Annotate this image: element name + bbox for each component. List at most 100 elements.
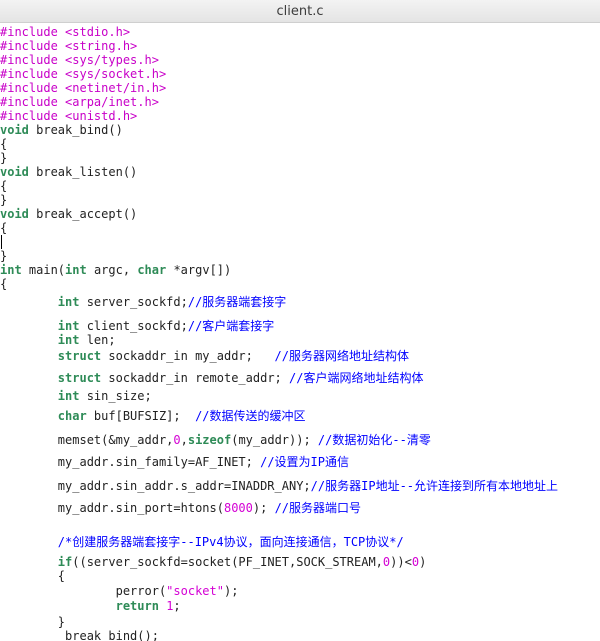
text-cursor bbox=[1, 235, 2, 249]
code-token: char bbox=[57, 409, 87, 423]
code-token: "socket" bbox=[166, 584, 224, 598]
code-token: break_bind() bbox=[28, 123, 123, 137]
code-line[interactable]: { bbox=[0, 569, 65, 583]
code-token: //服务器端口号 bbox=[274, 501, 362, 515]
code-token: //客户端网络地址结构体 bbox=[289, 371, 424, 385]
code-line[interactable]: { bbox=[0, 277, 7, 291]
code-token: (my_addr)); bbox=[231, 433, 318, 447]
code-line[interactable]: int main(int argc, char *argv[]) bbox=[0, 263, 231, 277]
code-token: client_sockfd; bbox=[79, 319, 188, 333]
code-token: int bbox=[57, 389, 80, 403]
code-line[interactable]: #include <arpa/inet.h> bbox=[0, 95, 159, 109]
code-token: #include <stdio.h> bbox=[0, 25, 131, 39]
code-token: perror( bbox=[0, 584, 167, 598]
code-token: ); bbox=[223, 584, 239, 598]
code-token: 8000 bbox=[223, 501, 253, 515]
code-line[interactable]: } bbox=[0, 193, 7, 207]
code-token: int bbox=[57, 333, 80, 347]
code-token: { bbox=[0, 221, 8, 235]
code-token: //服务器端套接字 bbox=[187, 295, 287, 309]
code-line[interactable]: int len; bbox=[0, 333, 116, 347]
code-token: void bbox=[0, 207, 29, 221]
code-line[interactable]: #include <stdio.h> bbox=[0, 25, 130, 39]
code-line[interactable]: #include <sys/socket.h> bbox=[0, 67, 166, 81]
code-line[interactable]: #include <netinet/in.h> bbox=[0, 81, 166, 95]
code-line[interactable]: struct sockaddr_in my_addr; //服务器网络地址结构体 bbox=[0, 349, 409, 363]
code-token: ; bbox=[173, 599, 181, 613]
code-token: len; bbox=[79, 333, 116, 347]
code-token: void bbox=[0, 165, 29, 179]
code-line[interactable]: int server_sockfd;//服务器端套接字 bbox=[0, 295, 287, 309]
code-line[interactable]: } bbox=[0, 615, 65, 629]
code-line[interactable]: { bbox=[0, 221, 7, 235]
code-token: void bbox=[0, 123, 29, 137]
code-token: #include <unistd.h> bbox=[0, 109, 138, 123]
code-token: break_listen() bbox=[28, 165, 138, 179]
code-token: struct bbox=[57, 349, 102, 363]
code-line[interactable]: if((server_sockfd=socket(PF_INET,SOCK_ST… bbox=[0, 555, 427, 569]
code-line[interactable]: break_bind(); bbox=[0, 629, 159, 641]
code-line[interactable]: int client_sockfd;//客户端套接字 bbox=[0, 319, 275, 333]
code-line[interactable]: } bbox=[0, 249, 7, 263]
window-title: client.c bbox=[276, 3, 324, 19]
code-line[interactable]: void break_bind() bbox=[0, 123, 123, 137]
code-token: #include <arpa/inet.h> bbox=[0, 95, 159, 109]
code-token: sockaddr_in my_addr; bbox=[101, 349, 275, 363]
code-token: return bbox=[115, 599, 159, 613]
code-line[interactable]: my_addr.sin_port=htons(8000); //服务器端口号 bbox=[0, 501, 361, 515]
code-token: break_accept() bbox=[28, 207, 138, 221]
code-token: //数据初始化--清零 bbox=[317, 433, 431, 447]
code-line[interactable]: #include <sys/types.h> bbox=[0, 53, 159, 67]
code-token: { bbox=[0, 137, 8, 151]
code-editor[interactable]: #include <stdio.h> #include <string.h> #in… bbox=[0, 23, 600, 641]
code-line[interactable]: { bbox=[0, 179, 7, 193]
code-token: if bbox=[57, 555, 73, 569]
code-token: struct bbox=[57, 371, 102, 385]
code-token: #include <netinet/in.h> bbox=[0, 81, 167, 95]
code-line[interactable]: char buf[BUFSIZ]; //数据传送的缓冲区 bbox=[0, 409, 306, 423]
code-line[interactable]: perror("socket"); bbox=[0, 584, 239, 598]
code-token: } bbox=[0, 151, 8, 165]
code-line[interactable]: my_addr.sin_addr.s_addr=INADDR_ANY;//服务器… bbox=[0, 479, 558, 493]
code-token: #include <sys/types.h> bbox=[0, 53, 159, 67]
code-line[interactable]: my_addr.sin_family=AF_INET; //设置为IP通信 bbox=[0, 455, 349, 469]
code-token: char bbox=[137, 263, 167, 277]
code-line[interactable]: } bbox=[0, 151, 7, 165]
code-line[interactable]: void break_listen() bbox=[0, 165, 137, 179]
code-line[interactable]: void break_accept() bbox=[0, 207, 137, 221]
code-token: , bbox=[180, 433, 188, 447]
window-titlebar: client.c bbox=[0, 0, 600, 23]
code-line[interactable]: int sin_size; bbox=[0, 389, 152, 403]
code-line[interactable]: #include <unistd.h> bbox=[0, 109, 137, 123]
code-token: my_addr.sin_family=AF_INET; bbox=[0, 455, 261, 469]
code-token: int bbox=[0, 263, 22, 277]
code-token: buf[BUFSIZ]; bbox=[86, 409, 196, 423]
code-token: 0 bbox=[411, 555, 420, 569]
code-token: sockaddr_in remote_addr; bbox=[101, 371, 289, 385]
code-line[interactable]: return 1; bbox=[0, 599, 181, 613]
code-token: /*创建服务器端套接字--IPv4协议，面向连接通信，TCP协议*/ bbox=[57, 535, 404, 549]
code-token: sizeof bbox=[187, 433, 232, 447]
code-line[interactable]: /*创建服务器端套接字--IPv4协议，面向连接通信，TCP协议*/ bbox=[0, 535, 404, 549]
code-token: //设置为IP通信 bbox=[260, 455, 349, 469]
code-token: ((server_sockfd=socket(PF_INET,SOCK_STRE… bbox=[72, 555, 383, 569]
code-token: int bbox=[57, 319, 80, 333]
code-line[interactable]: memset(&my_addr,0,sizeof(my_addr)); //数据… bbox=[0, 433, 431, 447]
code-token: #include <sys/socket.h> bbox=[0, 67, 167, 81]
code-token: { bbox=[0, 277, 8, 291]
code-line[interactable]: { bbox=[0, 137, 7, 151]
code-line[interactable]: #include <string.h> bbox=[0, 39, 137, 53]
code-token: ))< bbox=[390, 555, 412, 569]
code-token: server_sockfd; bbox=[79, 295, 188, 309]
code-line[interactable]: struct sockaddr_in remote_addr; //客户端网络地… bbox=[0, 371, 424, 385]
code-token: { bbox=[0, 569, 66, 583]
code-token: main( bbox=[21, 263, 66, 277]
